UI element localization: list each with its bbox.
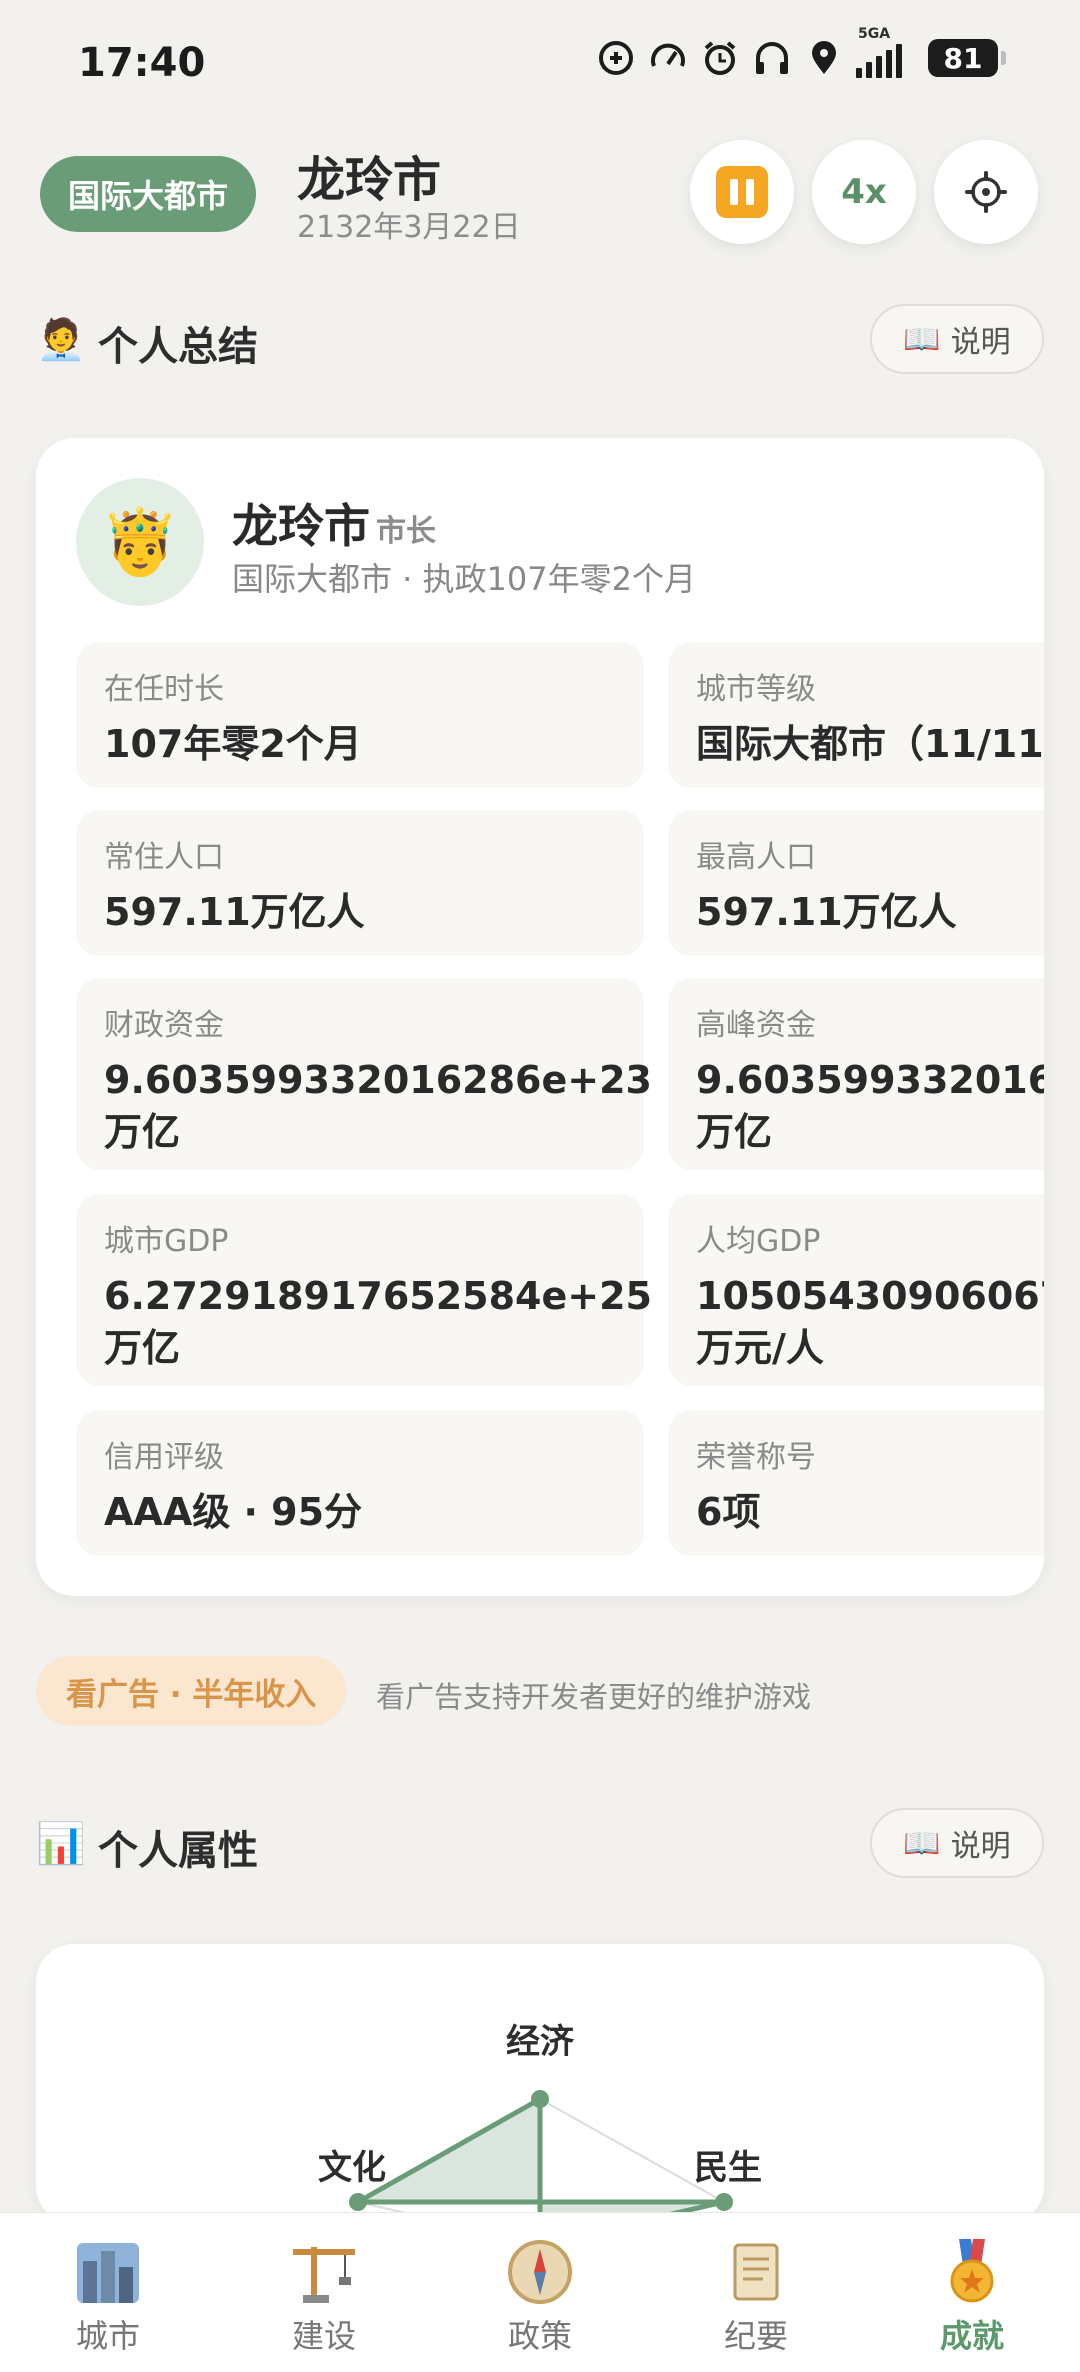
stat-gdp: 城市GDP 6.272918917652584e+25 万亿 [76,1194,652,1386]
medal-icon [950,2239,994,2303]
nav-label: 城市 [75,2317,140,2355]
nav-label: 政策 [507,2317,572,2355]
radar-chart [348,2090,733,2224]
scroll-icon [733,2243,779,2301]
speed-button[interactable]: 4x [812,140,916,244]
gear-icon [965,171,1007,213]
stat-max-population: 最高人口 597.11万亿人 [668,810,1044,956]
stat-city-level: 城市等级 国际大都市（11/11） [668,642,1044,788]
status-bar: 17:40 5GA 81 [0,0,1080,120]
battery-icon: 81 [928,39,1006,77]
stat-tenure: 在任时长 107年零2个月 [76,642,644,788]
stat-peak-treasury: 高峰资金 9.603599332016286e+23万亿 [668,978,1044,1170]
stat-value: 9.603599332016286e+23万亿 [104,1058,652,1154]
stat-value: 6项 [696,1490,761,1534]
stat-label: 最高人口 [696,840,816,875]
signal-icon: 5GA [856,26,916,78]
radar-point [715,2193,733,2211]
book-icon: 📖 [903,1825,941,1861]
mayor-name: 龙玲市 [232,499,370,553]
stat-label: 高峰资金 [696,1008,816,1043]
settings-button[interactable] [934,140,1038,244]
stat-value: 6.272918917652584e+25 万亿 [104,1274,652,1370]
summary-section-header: 🧑‍💼 个人总结 📖 说明 [36,304,1044,374]
city-level-badge[interactable]: 国际大都市 [40,156,257,232]
book-icon: 📖 [903,321,941,357]
nav-city[interactable]: 城市 [0,2213,216,2372]
attributes-section-header: 📊 个人属性 📖 说明 [36,1808,1044,1878]
avatar: 🤴 [76,478,204,606]
radar-area [348,2094,725,2224]
stat-label: 荣誉称号 [696,1440,816,1475]
nav-build[interactable]: 建设 [216,2213,432,2372]
radar-card: 经济 民生 文化 [36,1944,1044,2224]
stat-value: 597.11万亿人 [104,890,365,934]
chart-icon: 📊 [36,1821,86,1867]
radar-label-livelihood: 民生 [694,2148,762,2188]
summary-title: 个人总结 [98,324,258,370]
ad-description: 看广告支持开发者更好的维护游戏 [376,1680,812,1714]
radar-point [349,2193,367,2211]
stat-label: 信用评级 [104,1440,224,1475]
location-icon [804,38,844,78]
game-date: 2132年3月22日 [297,210,521,245]
summary-card: 🤴 龙玲市 市长 国际大都市 · 执政107年零2个月 在任时长 107年零2个… [36,438,1044,1596]
status-time: 17:40 [78,40,206,86]
bottom-navigation: 城市 建设 政策 纪要 成就 [0,2212,1080,2372]
stat-gdp-per-capita: 人均GDP 10505430906067300万元/人 [668,1194,1044,1386]
pause-button[interactable] [690,140,794,244]
mayor-subtitle: 国际大都市 · 执政107年零2个月 [232,560,696,598]
nav-label: 建设 [291,2317,356,2355]
stat-label: 城市GDP [104,1224,229,1259]
nav-policy[interactable]: 政策 [432,2213,648,2372]
stat-value: AAA级 · 95分 [104,1490,363,1534]
nav-label: 成就 [939,2317,1004,2355]
radar-label-culture: 文化 [318,2148,386,2188]
summary-help-button[interactable]: 📖 说明 [870,304,1044,374]
stat-treasury: 财政资金 9.603599332016286e+23 万亿 [76,978,652,1170]
stat-value: 国际大都市（11/11） [696,722,1044,766]
stat-value: 107年零2个月 [104,722,362,766]
person-icon: 🧑‍💼 [36,317,86,363]
nav-achievements[interactable]: 成就 [864,2213,1080,2372]
stat-honors: 荣誉称号 6项 [668,1410,1044,1556]
compass-icon [508,2240,572,2304]
stat-label: 财政资金 [104,1008,224,1043]
stat-label: 常住人口 [104,840,224,875]
attributes-title: 个人属性 [98,1828,258,1874]
help-label: 说明 [950,1829,1011,1864]
headphones-icon [752,38,792,78]
pause-icon [716,166,768,218]
stat-label: 人均GDP [696,1224,821,1259]
attributes-help-button[interactable]: 📖 说明 [870,1808,1044,1878]
stat-value: 597.11万亿人 [696,890,957,934]
city-name: 龙玲市 [297,152,442,208]
nav-records[interactable]: 纪要 [648,2213,864,2372]
top-header: 国际大都市 龙玲市 2132年3月22日 4x [0,130,1080,260]
speedometer-icon [648,38,688,78]
stat-population: 常住人口 597.11万亿人 [76,810,644,956]
city-icon [77,2243,139,2303]
stat-label: 城市等级 [696,672,816,707]
watch-ad-button[interactable]: 看广告 · 半年收入 [36,1656,347,1726]
help-label: 说明 [950,325,1011,360]
radar-label-economy: 经济 [506,2022,574,2062]
crane-icon [293,2247,355,2303]
nav-label: 纪要 [723,2317,788,2355]
alarm-icon [700,38,740,78]
stat-value: 10505430906067300万元/人 [696,1274,1044,1370]
stat-label: 在任时长 [104,672,224,707]
stat-value: 9.603599332016286e+23万亿 [696,1058,1044,1154]
vpn-icon [596,38,636,78]
status-icons: 5GA 81 [596,26,1006,78]
radar-point [531,2090,549,2108]
stat-credit-rating: 信用评级 AAA级 · 95分 [76,1410,644,1556]
mayor-role: 市长 [376,514,436,549]
network-type: 5GA [858,26,891,42]
